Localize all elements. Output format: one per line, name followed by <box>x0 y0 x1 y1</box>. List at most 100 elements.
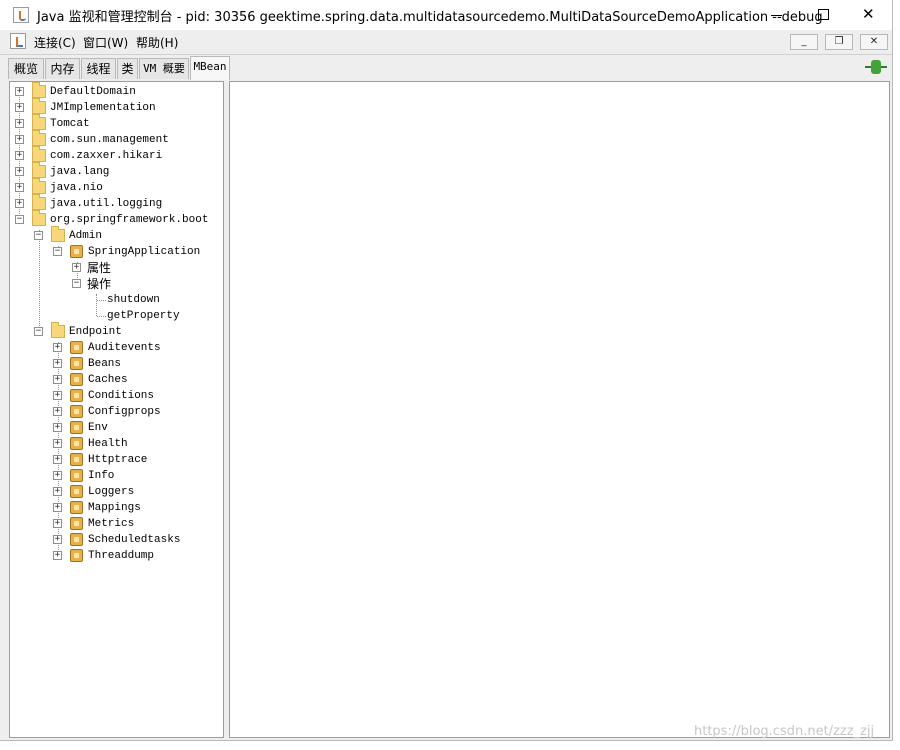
tree-node-label: Threaddump <box>88 550 155 562</box>
expand-toggle[interactable]: + <box>53 503 62 512</box>
mbean-icon <box>70 501 83 514</box>
mbean-icon <box>70 357 83 370</box>
mbean-icon <box>70 245 83 258</box>
collapse-toggle[interactable]: − <box>34 231 43 240</box>
tree-node-label: java.lang <box>50 166 110 178</box>
tree-node-label: Httptrace <box>88 454 148 466</box>
folder-icon <box>51 322 65 338</box>
expand-toggle[interactable]: + <box>53 391 62 400</box>
folder-icon <box>32 114 46 130</box>
mbean-icon <box>70 549 83 562</box>
tree-node-label: JMImplementation <box>50 102 156 114</box>
minimize-button[interactable] <box>754 0 800 30</box>
folder-icon <box>32 146 46 162</box>
folder-icon <box>32 210 46 226</box>
collapse-toggle[interactable]: − <box>15 215 24 224</box>
tree-node-label: com.sun.management <box>50 134 169 146</box>
tree-node-label: com.zaxxer.hikari <box>50 150 163 162</box>
mbean-icon <box>70 469 83 482</box>
expand-toggle[interactable]: + <box>15 103 24 112</box>
expand-toggle[interactable]: + <box>53 359 62 368</box>
expand-toggle[interactable]: + <box>15 119 24 128</box>
mbean-icon <box>70 485 83 498</box>
menu-window[interactable]: 窗口(W) <box>83 34 128 51</box>
menu-bar: 连接(C) 窗口(W) 帮助(H) _ ❐ ✕ <box>0 30 892 55</box>
title-bar: Java 监视和管理控制台 - pid: 30356 geektime.spri… <box>0 0 892 30</box>
tree-node-label: shutdown <box>107 294 160 306</box>
tab-classes[interactable]: 类 <box>117 58 138 79</box>
mbean-tree[interactable]: + DefaultDomain + JMImplementation + Tom… <box>9 81 224 738</box>
expand-toggle[interactable]: + <box>15 199 24 208</box>
tree-node-label: Endpoint <box>69 326 122 338</box>
expand-toggle[interactable]: + <box>53 535 62 544</box>
mbean-icon <box>70 517 83 530</box>
tree-node-label: Auditevents <box>88 342 161 354</box>
tree-node-label: Tomcat <box>50 118 90 130</box>
folder-icon <box>32 162 46 178</box>
java-cup-menu-icon[interactable] <box>10 33 26 49</box>
connection-icon[interactable] <box>865 59 887 75</box>
tree-node-label: DefaultDomain <box>50 86 136 98</box>
expand-toggle[interactable]: + <box>53 455 62 464</box>
tree-guide <box>96 294 97 316</box>
folder-icon <box>32 194 46 210</box>
tree-guide <box>97 316 106 317</box>
collapse-toggle[interactable]: − <box>72 279 81 288</box>
folder-icon <box>32 98 46 114</box>
expand-toggle[interactable]: + <box>15 87 24 96</box>
expand-toggle[interactable]: + <box>53 551 62 560</box>
tree-guide <box>97 300 106 301</box>
mbean-icon <box>70 341 83 354</box>
menu-connection[interactable]: 连接(C) <box>34 34 76 51</box>
expand-toggle[interactable]: + <box>53 343 62 352</box>
tree-node-label: org.springframework.boot <box>50 214 209 226</box>
mbean-icon <box>70 437 83 450</box>
tab-vm-summary[interactable]: VM 概要 <box>139 58 189 79</box>
expand-toggle[interactable]: + <box>53 439 62 448</box>
tab-memory[interactable]: 内存 <box>45 58 80 79</box>
java-cup-icon[interactable] <box>13 7 29 23</box>
window-bottom-edge <box>0 741 900 750</box>
mbean-icon <box>70 421 83 434</box>
tree-node-label: 操作 <box>87 277 112 291</box>
mbean-detail-pane[interactable] <box>229 81 890 738</box>
expand-toggle[interactable]: + <box>53 423 62 432</box>
tree-node-label: Scheduledtasks <box>88 534 181 546</box>
tab-overview[interactable]: 概览 <box>8 58 44 79</box>
folder-icon <box>32 130 46 146</box>
folder-icon <box>32 178 46 194</box>
window-title: Java 监视和管理控制台 - pid: 30356 geektime.spri… <box>37 10 823 25</box>
tree-node-label: Info <box>88 470 115 482</box>
mdi-close-button[interactable]: ✕ <box>860 34 888 50</box>
expand-toggle[interactable]: + <box>53 407 62 416</box>
watermark: https://blog.csdn.net/zzz_zjj <box>694 724 875 739</box>
tree-node-label: SpringApplication <box>88 246 201 258</box>
folder-icon <box>51 226 65 242</box>
tree-node-label: Configprops <box>88 406 161 418</box>
close-button[interactable]: ✕ <box>846 0 892 30</box>
tab-threads[interactable]: 线程 <box>81 58 116 79</box>
collapse-toggle[interactable]: − <box>53 247 62 256</box>
expand-toggle[interactable]: + <box>53 519 62 528</box>
collapse-toggle[interactable]: − <box>34 327 43 336</box>
expand-toggle[interactable]: + <box>15 167 24 176</box>
expand-toggle[interactable]: + <box>53 375 62 384</box>
maximize-button[interactable] <box>800 0 846 30</box>
folder-icon <box>32 82 46 98</box>
mdi-minimize-button[interactable]: _ <box>790 34 818 50</box>
tree-node-label: 属性 <box>87 261 112 275</box>
mbean-icon <box>70 453 83 466</box>
menu-help[interactable]: 帮助(H) <box>136 34 178 51</box>
expand-toggle[interactable]: + <box>72 263 81 272</box>
expand-toggle[interactable]: + <box>15 183 24 192</box>
tab-mbean[interactable]: MBean <box>190 56 230 80</box>
expand-toggle[interactable]: + <box>53 471 62 480</box>
expand-toggle[interactable]: + <box>15 135 24 144</box>
close-icon: ✕ <box>862 5 875 23</box>
expand-toggle[interactable]: + <box>53 487 62 496</box>
expand-toggle[interactable]: + <box>15 151 24 160</box>
mdi-restore-button[interactable]: ❐ <box>825 34 853 50</box>
tree-node-label: Caches <box>88 374 128 386</box>
mbean-icon <box>70 389 83 402</box>
app-window: Java 监视和管理控制台 - pid: 30356 geektime.spri… <box>0 0 893 741</box>
